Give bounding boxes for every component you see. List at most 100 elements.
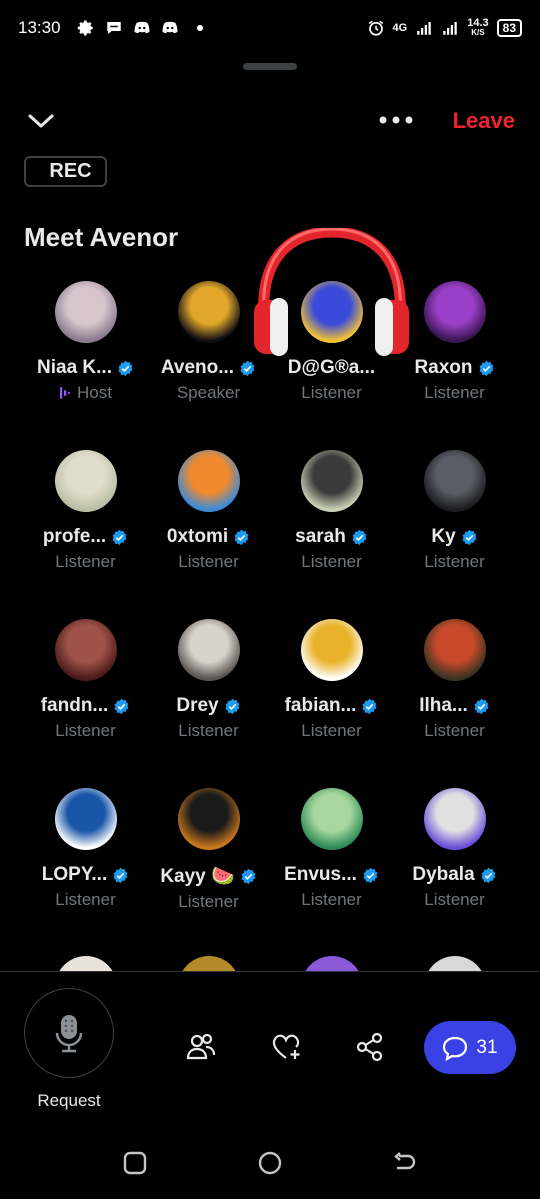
avatar[interactable]	[177, 788, 240, 850]
participant-name-row: Ky	[431, 526, 477, 548]
signal-icon	[417, 22, 431, 35]
avatar[interactable]	[423, 619, 486, 681]
participant-role: Listener	[301, 383, 361, 403]
participant-card[interactable]: Raxon Listener	[393, 281, 516, 450]
share-icon[interactable]	[355, 1032, 385, 1062]
request-mic-button[interactable]	[24, 988, 114, 1078]
avatar[interactable]	[177, 450, 240, 512]
participant-name-row: D@G®a...	[288, 357, 375, 379]
participant-name: Aveno...	[160, 357, 235, 378]
chat-button[interactable]: 31	[424, 1021, 516, 1074]
participant-name-row: 0xtomi	[167, 526, 250, 548]
participant-card[interactable]: Envus... Listener	[270, 788, 393, 957]
avatar[interactable]	[300, 956, 363, 972]
avatar[interactable]	[54, 281, 117, 343]
participant-name: Ilha...	[419, 695, 468, 716]
leave-button[interactable]: Leave	[453, 108, 515, 134]
net-speed-unit: K/S	[471, 28, 485, 37]
participant-name-row: fandn...	[41, 695, 131, 717]
participant-card[interactable]: 0xtomi Listener	[147, 450, 270, 619]
avatar[interactable]	[54, 788, 117, 850]
avatar[interactable]	[423, 281, 486, 343]
participant-role-label: Listener	[178, 552, 239, 571]
recents-icon[interactable]	[122, 1150, 148, 1176]
participant-card[interactable]: Ky Listener	[393, 450, 516, 619]
partial-participant[interactable]	[147, 954, 270, 972]
participant-role: Listener	[301, 890, 361, 910]
participant-role-label: Listener	[301, 552, 362, 571]
avatar[interactable]	[423, 788, 486, 850]
settings-icon	[77, 20, 93, 36]
avatar[interactable]	[54, 956, 117, 972]
participant-card[interactable]: D@G®a... Listener	[270, 281, 393, 450]
participant-card[interactable]: Niaa K... Host	[24, 281, 147, 450]
home-icon[interactable]	[257, 1150, 283, 1176]
heart-plus-icon[interactable]	[271, 1032, 301, 1062]
microphone-icon	[55, 1015, 83, 1053]
participant-name: Kayy 🍉	[160, 866, 235, 887]
participant-card[interactable]: profe... Listener	[24, 450, 147, 619]
participant-name: D@G®a...	[287, 357, 376, 378]
speaking-bars-icon	[60, 387, 71, 399]
avatar[interactable]	[300, 619, 363, 681]
participant-role: Listener	[55, 890, 115, 910]
participant-role: Listener	[424, 552, 484, 572]
participant-card[interactable]: fandn... Listener	[24, 619, 147, 788]
participant-name-row: Envus...	[284, 864, 379, 886]
participant-card[interactable]: Kayy 🍉 Listener	[147, 788, 270, 957]
participant-role-label: Listener	[55, 721, 116, 740]
participant-card[interactable]: Ilha... Listener	[393, 619, 516, 788]
verified-badge-icon	[118, 360, 133, 376]
participant-card[interactable]: Drey Listener	[147, 619, 270, 788]
participant-role-label: Listener	[424, 890, 485, 909]
chevron-down-icon[interactable]	[26, 106, 56, 136]
avatar[interactable]	[300, 788, 363, 850]
rec-label: REC	[49, 160, 92, 182]
participant-card[interactable]: Aveno... Speaker	[147, 281, 270, 450]
participant-name-row: Ilha...	[419, 695, 490, 717]
participant-role-label: Listener	[301, 383, 362, 402]
verified-badge-icon	[112, 529, 127, 545]
verified-badge-icon	[362, 698, 377, 714]
participant-role-label: Listener	[424, 552, 485, 571]
participant-card[interactable]: fabian... Listener	[270, 619, 393, 788]
verified-badge-icon	[481, 867, 496, 883]
participant-role: Listener	[55, 552, 115, 572]
discord-icon	[134, 21, 150, 34]
verified-badge-icon	[241, 868, 256, 884]
more-icon[interactable]	[378, 108, 414, 132]
notification-dot-icon	[196, 25, 203, 31]
avatar[interactable]	[177, 619, 240, 681]
avatar[interactable]	[300, 281, 363, 343]
avatar[interactable]	[423, 956, 486, 972]
participant-name: Niaa K...	[37, 357, 112, 378]
avatar[interactable]	[177, 956, 240, 972]
participant-role: Listener	[424, 383, 484, 403]
participant-name-row: Niaa K...	[37, 357, 134, 379]
avatar[interactable]	[54, 450, 117, 512]
participant-role: Listener	[178, 721, 238, 741]
people-icon[interactable]	[186, 1032, 216, 1062]
participant-role: Listener	[301, 721, 361, 741]
drag-handle[interactable]	[243, 63, 297, 70]
participant-role-label: Host	[77, 383, 112, 402]
participant-card[interactable]: Dybala Listener	[393, 788, 516, 957]
back-icon[interactable]	[391, 1150, 417, 1176]
participant-name-row: sarah	[295, 526, 368, 548]
participant-role-label: Listener	[178, 892, 239, 911]
participant-name: fabian...	[284, 695, 357, 716]
participant-card[interactable]: LOPY... Listener	[24, 788, 147, 957]
verified-badge-icon	[479, 360, 493, 376]
avatar[interactable]	[300, 450, 363, 512]
participant-card[interactable]: sarah Listener	[270, 450, 393, 619]
discord-icon	[162, 21, 178, 34]
avatar[interactable]	[423, 450, 486, 512]
partial-participant[interactable]	[24, 954, 147, 972]
partial-participant[interactable]	[393, 954, 516, 972]
avatar[interactable]	[177, 281, 240, 343]
avatar[interactable]	[54, 619, 117, 681]
participant-name-row: LOPY...	[42, 864, 129, 886]
partial-participant[interactable]	[270, 954, 393, 972]
participant-name: LOPY...	[41, 864, 108, 885]
battery-indicator: 83	[496, 19, 522, 37]
